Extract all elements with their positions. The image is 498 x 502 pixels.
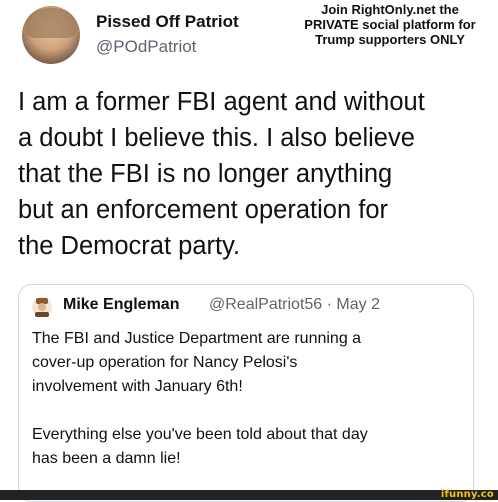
quote-body: The FBI and Justice Department are runni… xyxy=(32,327,462,471)
promo-text: Join RightOnly.net the PRIVATE social pl… xyxy=(284,2,496,47)
tweet-line: the Democrat party. xyxy=(18,232,241,260)
quote-line: cover-up operation for Nancy Pelosi's xyxy=(32,354,298,371)
quote-avatar-icon xyxy=(32,297,52,317)
promo-line: Trump supporters ONLY xyxy=(315,32,465,47)
avatar[interactable] xyxy=(22,6,80,64)
quote-handle-date[interactable]: @RealPatriot56 · May 2 xyxy=(209,296,380,314)
tweet-body: I am a former FBI agent and without a do… xyxy=(18,84,488,264)
tweet-line: that the FBI is no longer anything xyxy=(18,160,393,188)
promo-line: PRIVATE social platform for xyxy=(304,17,476,32)
promo-line: Join RightOnly.net the xyxy=(321,2,459,17)
avatar-hair xyxy=(26,8,76,38)
user-handle[interactable]: @POdPatriot xyxy=(96,37,196,57)
watermark-bar xyxy=(0,490,498,500)
quote-line: The FBI and Justice Department are runni… xyxy=(32,330,362,347)
quote-line: has been a damn lie! xyxy=(32,450,181,467)
quote-line: Everything else you've been told about t… xyxy=(32,426,368,443)
tweet-line: but an enforcement operation for xyxy=(18,196,388,224)
tweet-line: a doubt I believe this. I also believe xyxy=(18,124,415,152)
quote-line: involvement with January 6th! xyxy=(32,378,243,395)
watermark-logo: ifunny.co xyxy=(440,489,494,500)
tweet-line: I am a former FBI agent and without xyxy=(18,88,425,116)
display-name[interactable]: Pissed Off Patriot xyxy=(96,12,239,32)
quote-author-name[interactable]: Mike Engleman xyxy=(63,296,179,314)
quoted-tweet[interactable]: Mike Engleman @RealPatriot56 · May 2 The… xyxy=(18,284,474,502)
